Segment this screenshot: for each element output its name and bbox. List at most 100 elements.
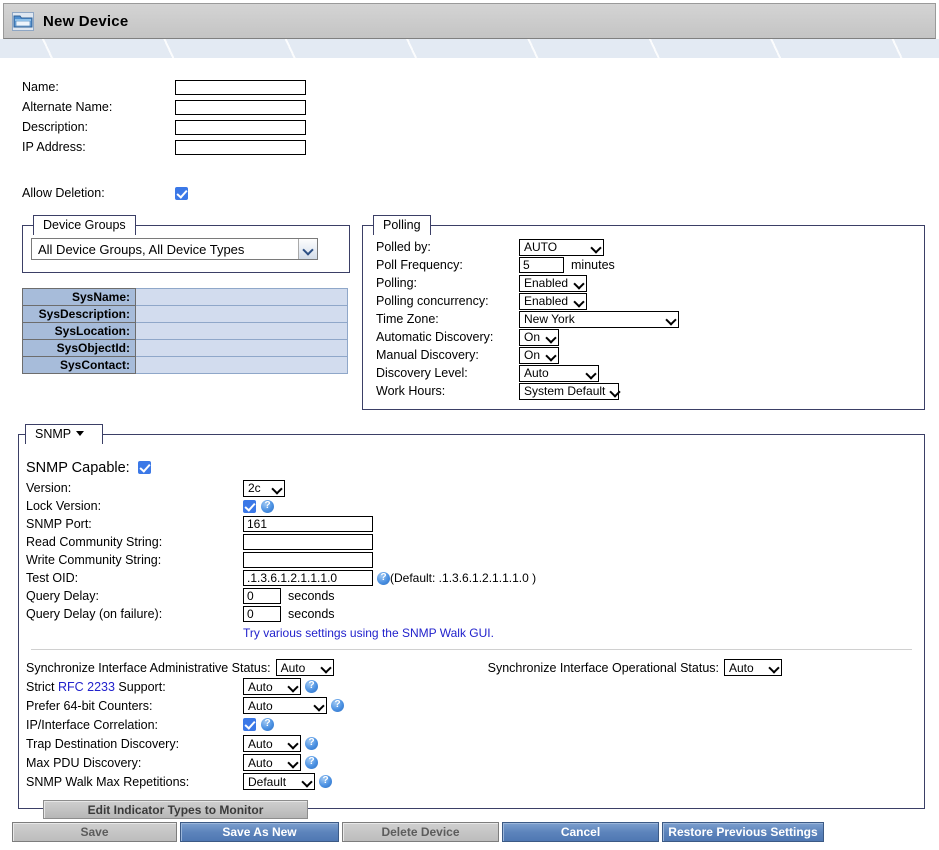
ip-address-label: IP Address: xyxy=(22,140,86,154)
query-delay-input[interactable]: 0 xyxy=(243,588,281,604)
chevron-down-icon xyxy=(592,243,601,252)
prefer-64bit-select[interactable]: Auto xyxy=(243,697,327,714)
sync-admin-status-select[interactable]: Auto xyxy=(275,659,334,676)
ip-interface-correlation-checkbox[interactable] xyxy=(243,718,256,731)
syscontact-value xyxy=(135,356,348,374)
polling-select[interactable]: Enabled xyxy=(519,274,587,292)
discovery-level-select[interactable]: Auto xyxy=(519,364,599,382)
manual-discovery-value: On xyxy=(524,348,541,362)
chevron-down-icon xyxy=(587,369,596,378)
sync-oper-status-select[interactable]: Auto xyxy=(724,659,782,676)
walk-max-repetitions-select[interactable]: Default xyxy=(243,773,315,790)
help-icon[interactable] xyxy=(319,774,332,788)
automatic-discovery-select[interactable]: On xyxy=(519,328,559,346)
field-row-ip-address: IP Address: xyxy=(22,137,939,157)
snmp-capable-label: SNMP Capable: xyxy=(26,459,130,476)
write-community-input[interactable] xyxy=(243,552,373,568)
chevron-down-icon xyxy=(289,758,298,767)
save-button[interactable]: Save xyxy=(12,822,177,842)
chevron-down-icon xyxy=(315,701,324,710)
chevron-down-icon[interactable] xyxy=(76,431,85,436)
chevron-down-icon xyxy=(575,279,584,288)
page-title: New Device xyxy=(43,12,129,30)
lock-version-label: Lock Version: xyxy=(26,499,102,513)
help-icon[interactable] xyxy=(305,679,318,693)
polling-row-concurrency: Polling concurrency: Enabled xyxy=(376,292,924,310)
chevron-down-icon xyxy=(611,387,620,396)
max-pdu-discovery-select[interactable]: Auto xyxy=(243,754,301,771)
sysdescription-label: SysDescription: xyxy=(22,305,136,323)
strict-rfc-select[interactable]: Auto xyxy=(243,678,301,695)
ip-address-input[interactable] xyxy=(175,139,306,155)
snmp-row-walk-max-repetitions: SNMP Walk Max Repetitions: Default xyxy=(26,772,924,791)
polled-by-select[interactable]: AUTO xyxy=(519,238,604,256)
manual-discovery-select[interactable]: On xyxy=(519,346,559,364)
polled-by-value: AUTO xyxy=(524,240,558,254)
tab-snmp[interactable]: SNMP xyxy=(25,424,104,444)
help-icon[interactable] xyxy=(261,717,274,731)
test-oid-input[interactable]: .1.3.6.1.2.1.1.1.0 xyxy=(243,570,373,586)
snmp-row-write-community: Write Community String: xyxy=(26,551,924,569)
work-hours-label: Work Hours: xyxy=(376,384,446,398)
cancel-button[interactable]: Cancel xyxy=(502,822,659,842)
snmp-port-input[interactable]: 161 xyxy=(243,516,373,532)
chevron-down-icon xyxy=(322,663,331,672)
time-zone-select[interactable]: New York xyxy=(519,310,679,328)
sync-oper-status-group: Synchronize Interface Operational Status… xyxy=(488,659,782,676)
work-hours-select[interactable]: System Default xyxy=(519,382,620,400)
alternate-name-input[interactable] xyxy=(175,99,306,115)
automatic-discovery-label: Automatic Discovery: xyxy=(376,330,494,344)
description-label: Description: xyxy=(22,120,88,134)
poll-frequency-units: minutes xyxy=(571,258,615,272)
strict-rfc-value: Auto xyxy=(248,679,273,694)
delete-device-button[interactable]: Delete Device xyxy=(342,822,499,842)
field-row-alternate-name: Alternate Name: xyxy=(22,97,939,117)
trap-destination-discovery-select[interactable]: Auto xyxy=(243,735,301,752)
query-delay-failure-input[interactable]: 0 xyxy=(243,606,281,622)
polling-legend: Polling xyxy=(373,215,431,235)
trap-destination-discovery-value: Auto xyxy=(248,736,273,751)
snmp-row-port: SNMP Port: 161 xyxy=(26,515,924,533)
chevron-down-icon xyxy=(289,682,298,691)
chevron-down-icon xyxy=(303,777,312,786)
poll-frequency-input[interactable]: 5 xyxy=(519,257,564,273)
read-community-label: Read Community String: xyxy=(26,535,163,549)
polling-row-work-hours: Work Hours: System Default xyxy=(376,382,924,400)
field-row-allow-deletion: Allow Deletion: xyxy=(22,183,939,203)
snmp-row-sync-status: Synchronize Interface Administrative Sta… xyxy=(26,658,924,677)
device-basic-fields: Name: Alternate Name: Description: IP Ad… xyxy=(22,77,939,203)
name-input[interactable] xyxy=(175,79,306,95)
chevron-down-icon xyxy=(770,663,779,672)
device-groups-select[interactable]: All Device Groups, All Device Types xyxy=(31,238,318,260)
polling-concurrency-value: Enabled xyxy=(524,294,569,308)
field-row-description: Description: xyxy=(22,117,939,137)
sysobjectid-value xyxy=(135,339,348,357)
polled-by-label: Polled by: xyxy=(376,240,431,254)
description-input[interactable] xyxy=(175,119,306,135)
query-delay-failure-units: seconds xyxy=(288,607,335,621)
snmp-walk-gui-link[interactable]: Try various settings using the SNMP Walk… xyxy=(243,626,924,640)
help-icon[interactable] xyxy=(377,571,390,585)
edit-indicator-types-button[interactable]: Edit Indicator Types to Monitor xyxy=(43,800,308,819)
allow-deletion-checkbox[interactable] xyxy=(175,186,188,200)
chevron-down-icon[interactable] xyxy=(298,239,317,259)
strict-rfc-suffix: Support: xyxy=(114,679,166,694)
sync-admin-status-value: Auto xyxy=(280,660,306,675)
snmp-row-lock-version: Lock Version: xyxy=(26,497,924,515)
strict-rfc-prefix: Strict xyxy=(26,679,58,694)
snmp-version-select[interactable]: 2c xyxy=(243,479,285,497)
help-icon[interactable] xyxy=(331,698,344,712)
read-community-input[interactable] xyxy=(243,534,373,550)
polling-concurrency-select[interactable]: Enabled xyxy=(519,292,587,310)
save-as-new-button[interactable]: Save As New xyxy=(180,822,339,842)
sysname-value xyxy=(135,288,348,306)
restore-previous-settings-button[interactable]: Restore Previous Settings xyxy=(662,822,824,842)
help-icon[interactable] xyxy=(261,499,274,513)
rfc-2233-link[interactable]: RFC 2233 xyxy=(58,680,115,694)
help-icon[interactable] xyxy=(305,755,318,769)
help-icon[interactable] xyxy=(305,736,318,750)
snmp-row-ip-interface-correlation: IP/Interface Correlation: xyxy=(26,715,924,734)
lock-version-checkbox[interactable] xyxy=(243,499,256,513)
table-row: SysDescription: xyxy=(22,305,348,323)
snmp-capable-checkbox[interactable] xyxy=(137,461,151,474)
